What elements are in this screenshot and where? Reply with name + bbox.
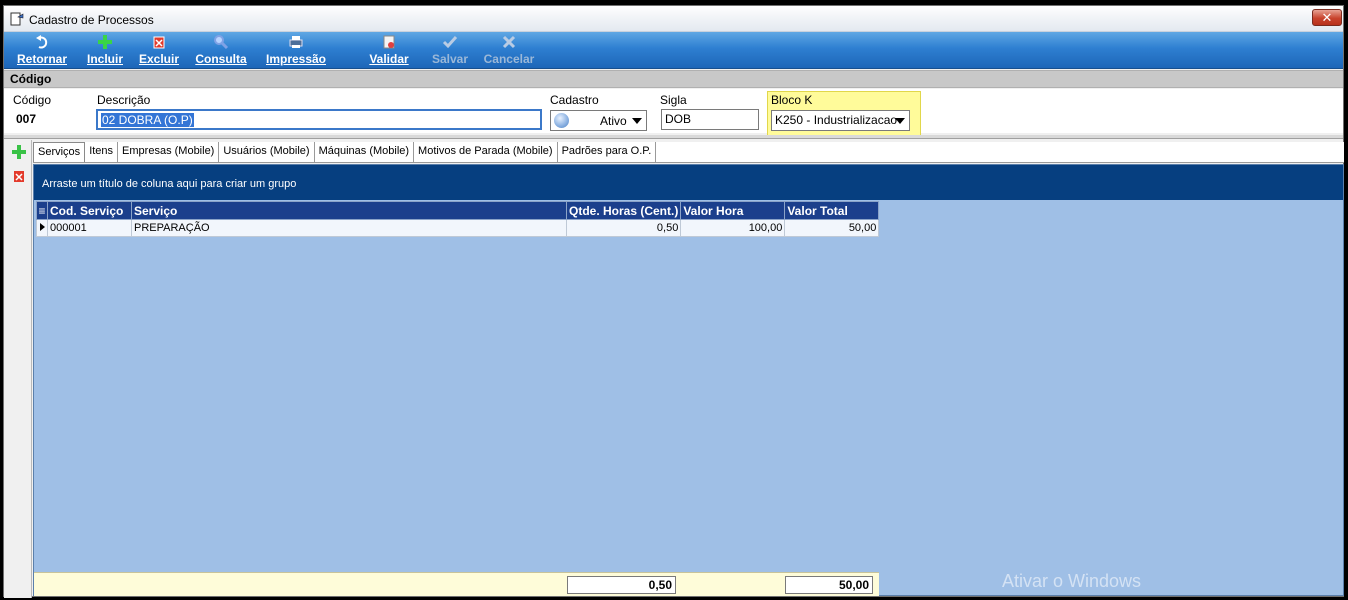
- codigo-label: Código: [13, 93, 52, 107]
- detail-tabs: Serviços Itens Empresas (Mobile) Usuários (…: [33, 142, 1344, 163]
- cancel-icon: [502, 35, 516, 49]
- status-icon: [554, 113, 569, 128]
- return-icon: [36, 35, 48, 49]
- footer-valor-total: 50,00: [785, 576, 873, 594]
- title-bar: Cadastro de Processos ✕: [4, 6, 1343, 32]
- process-registration-window: Cadastro de Processos ✕ Retornar Incluir…: [3, 5, 1344, 598]
- tab-maquinas-mobile[interactable]: Máquinas (Mobile): [315, 142, 415, 162]
- add-row-icon[interactable]: [11, 144, 27, 160]
- bloco-k-label: Bloco K: [771, 93, 813, 107]
- cadastro-select[interactable]: Ativo: [550, 110, 647, 131]
- column-chooser-icon[interactable]: ≡: [36, 201, 48, 220]
- cell-qtde-horas[interactable]: 0,50: [565, 219, 682, 237]
- group-by-panel[interactable]: Arraste um título de coluna aqui para cr…: [34, 165, 1343, 200]
- close-button[interactable]: ✕: [1312, 9, 1342, 26]
- table-header-row: ≡ Cod. Serviço Serviço Qtde. Horas (Cent…: [36, 201, 880, 220]
- add-button[interactable]: Incluir: [84, 34, 126, 68]
- cell-servico[interactable]: PREPARAÇÃO: [131, 219, 567, 237]
- column-header-cod-servico[interactable]: Cod. Serviço: [47, 201, 132, 220]
- process-form: Código 007 Descrição 02 DOBRA (O.P) Cada…: [4, 89, 1343, 136]
- descricao-field[interactable]: 02 DOBRA (O.P): [96, 109, 542, 130]
- toolbar: Retornar Incluir Excluir Consulta Impres…: [4, 32, 1343, 69]
- chevron-down-icon: [632, 118, 642, 124]
- tab-motivos-parada-mobile[interactable]: Motivos de Parada (Mobile): [414, 142, 558, 162]
- window-title: Cadastro de Processos: [29, 13, 154, 27]
- table-row[interactable]: 000001 PREPARAÇÃO 0,50 100,00 50,00: [36, 219, 880, 237]
- return-button[interactable]: Retornar: [14, 34, 70, 68]
- delete-button[interactable]: Excluir: [138, 34, 180, 68]
- section-header: Código: [4, 70, 1343, 88]
- column-header-valor-total[interactable]: Valor Total: [784, 201, 880, 220]
- tab-padroes-op[interactable]: Padrões para O.P.: [558, 142, 657, 162]
- column-header-servico[interactable]: Serviço: [131, 201, 567, 220]
- detail-toolbar: [4, 140, 32, 598]
- save-button[interactable]: Salvar: [430, 34, 470, 68]
- delete-icon: [153, 36, 165, 49]
- grid-footer: 0,50 50,00: [34, 572, 879, 596]
- search-icon: [214, 35, 229, 50]
- delete-row-icon[interactable]: [11, 168, 27, 184]
- print-button[interactable]: Impressão: [262, 34, 330, 68]
- cell-valor-hora[interactable]: 100,00: [680, 219, 786, 237]
- descricao-label: Descrição: [97, 93, 151, 107]
- cell-cod-servico[interactable]: 000001: [47, 219, 132, 237]
- form-separator: [4, 135, 1343, 139]
- bloco-k-select[interactable]: K250 - Industrializacao: [771, 110, 910, 131]
- tab-servicos[interactable]: Serviços: [33, 142, 86, 162]
- validate-button[interactable]: Validar: [366, 34, 412, 68]
- cell-valor-total[interactable]: 50,00: [784, 219, 880, 237]
- column-header-qtde-horas[interactable]: Qtde. Horas (Cent.): [565, 201, 682, 220]
- services-grid: Arraste um título de coluna aqui para cr…: [33, 164, 1344, 596]
- sigla-field[interactable]: DOB: [661, 109, 759, 130]
- column-header-valor-hora[interactable]: Valor Hora: [680, 201, 786, 220]
- sigla-label: Sigla: [660, 93, 687, 107]
- services-table: ≡ Cod. Serviço Serviço Qtde. Horas (Cent…: [36, 201, 880, 237]
- windows-activation-watermark: Ativar o Windows: [1002, 571, 1142, 591]
- tab-usuarios-mobile[interactable]: Usuários (Mobile): [219, 142, 315, 162]
- codigo-value: 007: [16, 112, 37, 126]
- chevron-down-icon: [895, 118, 905, 124]
- printer-icon: [289, 36, 303, 48]
- check-icon: [442, 36, 458, 49]
- validate-icon: [383, 35, 395, 49]
- footer-qtde-total: 0,50: [567, 576, 676, 594]
- plus-icon: [98, 35, 112, 49]
- cadastro-label: Cadastro: [550, 93, 599, 107]
- cancel-button[interactable]: Cancelar: [482, 34, 536, 68]
- query-button[interactable]: Consulta: [194, 34, 248, 68]
- tab-itens[interactable]: Itens: [85, 142, 119, 162]
- app-icon: [10, 12, 24, 26]
- tab-empresas-mobile[interactable]: Empresas (Mobile): [118, 142, 220, 162]
- row-pointer-icon: [36, 219, 48, 237]
